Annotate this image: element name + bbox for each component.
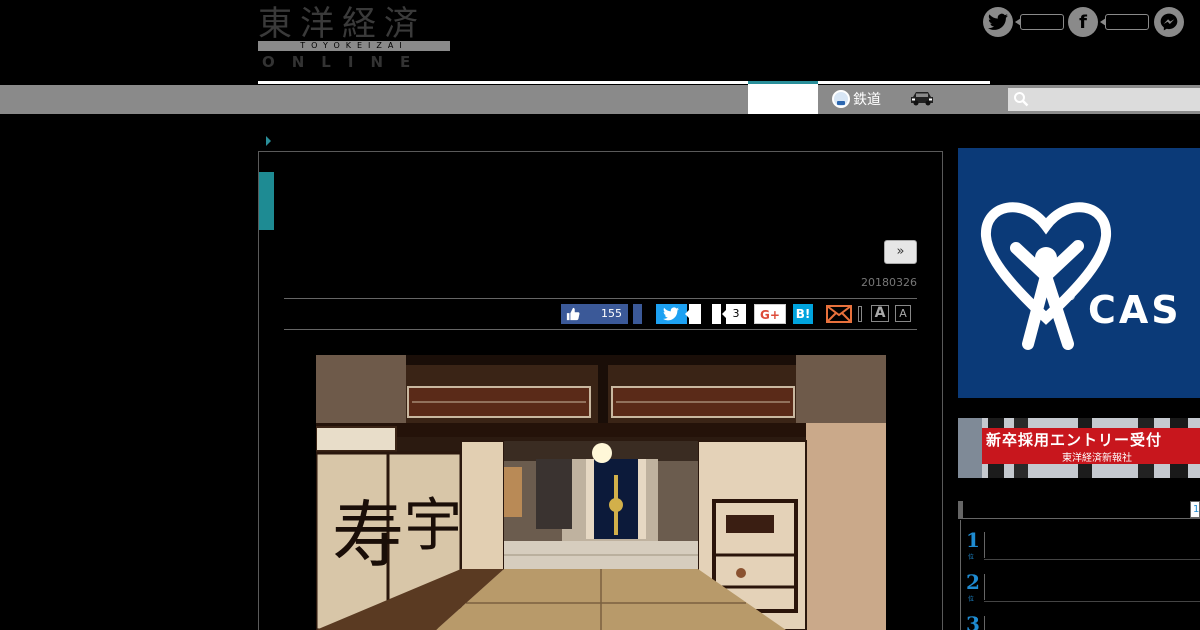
breadcrumb-arrow-icon bbox=[266, 136, 271, 146]
facebook-share-button[interactable] bbox=[633, 304, 642, 324]
ranking-separator bbox=[984, 574, 985, 600]
train-icon bbox=[832, 90, 850, 108]
twitter-share-button[interactable] bbox=[656, 304, 687, 324]
ranking-number: 1 bbox=[966, 528, 980, 552]
facebook-follow[interactable]: f bbox=[1068, 6, 1149, 38]
twitter-icon bbox=[663, 307, 679, 321]
ad-registered-mark: ® bbox=[1066, 292, 1076, 303]
ranking-separator bbox=[984, 532, 985, 558]
ad-recruit-company: 東洋経済新報社 bbox=[1062, 453, 1132, 464]
share-divider bbox=[858, 306, 862, 322]
font-size-large-button[interactable]: A bbox=[871, 305, 889, 322]
ad-banner-cas[interactable]: ® CAS bbox=[958, 148, 1200, 398]
messenger-follow[interactable] bbox=[1154, 6, 1184, 38]
ranking-header-bar bbox=[958, 501, 963, 519]
font-size-small-button[interactable]: A bbox=[895, 305, 911, 322]
messenger-icon bbox=[1154, 7, 1184, 37]
twitter-follow-count bbox=[1015, 14, 1064, 30]
twitter-bird-icon bbox=[988, 13, 1008, 30]
calligraphy-left: 寿 bbox=[332, 493, 404, 577]
ranking-item[interactable]: 2 位 bbox=[962, 566, 1200, 603]
nav-top-line bbox=[258, 81, 990, 84]
ad-brand: CAS bbox=[1088, 288, 1182, 332]
messenger-bubble-icon bbox=[1160, 13, 1178, 31]
nav-item-rail[interactable]: 鉄道 bbox=[832, 88, 881, 110]
thumbs-up-icon bbox=[566, 307, 580, 321]
next-page-button[interactable]: » bbox=[884, 240, 917, 264]
ranking-underline bbox=[984, 559, 1200, 560]
ad-recruit-title: 新卒採用エントリー受付 bbox=[986, 431, 1163, 449]
twitter-share-count bbox=[685, 304, 701, 324]
ad-banner-recruit[interactable]: 新卒採用エントリー受付 東洋経済新報社 bbox=[958, 418, 1200, 478]
facebook-icon: f bbox=[1068, 7, 1098, 37]
article-photo[interactable]: 寿 宇 bbox=[316, 355, 886, 630]
twitter-icon bbox=[983, 7, 1013, 37]
search-icon[interactable] bbox=[1013, 91, 1029, 107]
search-input[interactable] bbox=[1008, 88, 1200, 111]
facebook-like-count: 155 bbox=[601, 307, 622, 320]
site-logo[interactable]: 東洋経済 TOYOKEIZAI ONLINE bbox=[258, 4, 451, 71]
car-icon[interactable] bbox=[910, 90, 934, 106]
calligraphy-right: 宇 bbox=[404, 491, 462, 559]
hatena-bookmark-button[interactable]: B! bbox=[793, 304, 813, 324]
google-plus-button[interactable]: G+ bbox=[754, 304, 786, 324]
ranking-suffix: 位 bbox=[968, 554, 975, 561]
logo-online: ONLINE bbox=[262, 53, 428, 71]
ranking-tab[interactable]: 1 bbox=[1190, 501, 1200, 518]
share-bottom-rule bbox=[284, 329, 917, 330]
ranking-number: 3 bbox=[966, 612, 980, 630]
article-date: 20180326 bbox=[861, 276, 917, 289]
nav-tab-active[interactable] bbox=[748, 81, 818, 114]
ranking-header bbox=[958, 501, 1200, 519]
pocket-button[interactable] bbox=[712, 304, 721, 324]
logo-kanji: 東洋経済 bbox=[258, 4, 426, 44]
ranking-separator bbox=[984, 616, 985, 630]
facebook-follow-count bbox=[1100, 14, 1149, 30]
ranking-underline bbox=[984, 601, 1200, 602]
ranking-number: 2 bbox=[966, 570, 980, 594]
pocket-count: 3 bbox=[722, 304, 746, 324]
ranking-suffix: 位 bbox=[968, 596, 975, 603]
logo-band: TOYOKEIZAI bbox=[258, 41, 450, 51]
facebook-like-button[interactable]: 155 bbox=[561, 304, 628, 324]
ranking-item[interactable]: 3 bbox=[962, 608, 1200, 630]
title-accent-bar bbox=[259, 172, 274, 230]
page: 東洋経済 TOYOKEIZAI ONLINE f 鉄道 » 20180326 1… bbox=[0, 0, 1200, 630]
mail-icon[interactable] bbox=[826, 305, 852, 323]
ranking-item[interactable]: 1 位 bbox=[962, 524, 1200, 561]
share-top-rule bbox=[284, 298, 917, 299]
twitter-follow[interactable] bbox=[983, 6, 1064, 38]
nav-item-rail-label: 鉄道 bbox=[853, 92, 881, 108]
